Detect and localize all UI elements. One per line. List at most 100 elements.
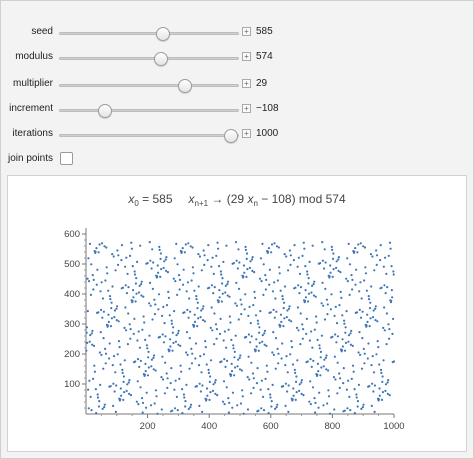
data-point — [379, 259, 382, 262]
y-tick-label: 600 — [64, 229, 80, 240]
plot-panel: x0 = 585 xn+1 → (29 xn − 108) mod 574 200… — [7, 175, 467, 452]
data-point — [98, 351, 101, 354]
data-point — [273, 316, 276, 319]
data-point — [165, 304, 169, 307]
data-point — [256, 319, 259, 322]
data-point — [350, 274, 353, 277]
data-point — [121, 286, 125, 289]
y-tick-label: 400 — [64, 289, 80, 300]
data-point — [262, 409, 266, 412]
data-point — [356, 400, 360, 403]
data-point — [136, 358, 140, 361]
iterations-expand-icon[interactable]: + — [242, 129, 251, 138]
data-point — [101, 316, 104, 319]
seed-slider-thumb[interactable] — [156, 27, 171, 41]
data-point — [320, 334, 324, 337]
increment-slider-thumb[interactable] — [97, 104, 112, 118]
data-point — [277, 246, 280, 249]
data-point — [292, 394, 295, 397]
data-point — [326, 303, 329, 306]
modulus-slider[interactable] — [59, 52, 239, 66]
data-point — [88, 242, 92, 245]
data-point — [292, 259, 295, 262]
data-point — [343, 322, 346, 325]
data-point — [132, 296, 135, 299]
multiplier-expand-icon[interactable]: + — [242, 79, 251, 88]
data-point — [340, 296, 343, 299]
data-point — [95, 247, 98, 250]
data-point — [238, 356, 241, 359]
data-point — [157, 293, 161, 296]
data-point — [317, 370, 320, 373]
increment-expand-icon[interactable]: + — [242, 104, 251, 113]
data-point — [343, 349, 347, 352]
data-point — [331, 335, 334, 338]
join-points-checkbox[interactable] — [60, 152, 73, 165]
data-point — [272, 353, 275, 356]
data-point — [353, 388, 356, 391]
data-point — [375, 249, 378, 252]
data-point — [141, 411, 144, 414]
data-point — [205, 398, 208, 401]
data-point — [112, 404, 115, 407]
iterations-slider-thumb[interactable] — [223, 129, 238, 143]
data-point — [188, 297, 191, 300]
data-point — [310, 291, 313, 294]
data-point — [317, 406, 320, 409]
data-point — [227, 328, 230, 331]
data-point — [263, 329, 267, 332]
data-point — [204, 346, 207, 349]
data-point — [366, 313, 369, 316]
data-point — [198, 382, 201, 385]
data-point — [156, 412, 159, 415]
data-point — [336, 361, 339, 364]
data-point — [131, 265, 134, 268]
data-point — [122, 375, 125, 378]
data-point — [375, 263, 378, 266]
data-point — [258, 326, 261, 329]
data-point — [197, 317, 200, 320]
data-point — [97, 405, 101, 408]
data-point — [256, 367, 259, 370]
data-point — [193, 324, 196, 327]
data-point — [168, 314, 171, 317]
data-point — [128, 323, 131, 326]
seed-slider[interactable] — [59, 27, 239, 41]
data-point — [372, 309, 375, 312]
data-point — [299, 312, 302, 315]
data-point — [221, 292, 224, 295]
multiplier-label: multiplier — [12, 78, 53, 89]
data-point — [239, 298, 242, 301]
data-point — [351, 288, 354, 291]
increment-slider[interactable] — [59, 104, 239, 118]
data-point — [343, 319, 346, 322]
data-point — [233, 374, 236, 377]
data-point — [152, 261, 155, 264]
data-point — [86, 277, 89, 280]
iterations-slider[interactable] — [59, 129, 239, 143]
data-point — [341, 314, 344, 317]
data-point — [270, 405, 273, 408]
seed-expand-icon[interactable]: + — [242, 27, 251, 36]
data-point — [188, 367, 191, 370]
modulus-slider-thumb[interactable] — [154, 52, 169, 66]
data-point — [158, 335, 162, 338]
data-point — [141, 328, 144, 331]
data-point — [309, 380, 312, 383]
multiplier-slider[interactable] — [59, 79, 239, 93]
data-point — [209, 359, 213, 362]
modulus-expand-icon[interactable]: + — [242, 52, 251, 61]
data-point — [376, 320, 379, 323]
data-point — [334, 305, 337, 308]
data-point — [201, 410, 204, 413]
data-point — [249, 322, 252, 325]
multiplier-slider-thumb[interactable] — [177, 79, 192, 93]
data-point — [103, 406, 106, 409]
data-point — [191, 246, 194, 249]
data-point — [208, 380, 211, 383]
data-point — [306, 360, 309, 363]
data-point — [374, 307, 377, 310]
data-point — [321, 281, 324, 284]
data-point — [301, 337, 304, 340]
data-point — [131, 299, 134, 302]
